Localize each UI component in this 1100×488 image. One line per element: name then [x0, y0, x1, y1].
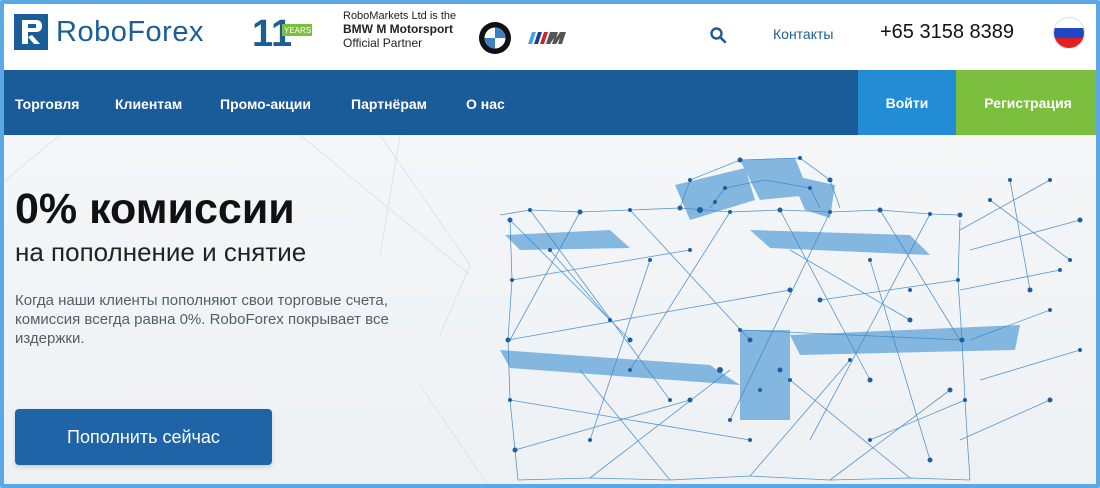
roboforex-logo[interactable]: RoboForex: [14, 14, 204, 50]
bmw-m-logo-icon: [528, 32, 566, 44]
deposit-now-button[interactable]: Пополнить сейчас: [15, 409, 272, 465]
roboforex-logo-icon: [14, 14, 48, 50]
bmw-partner-text: RoboMarkets Ltd is the BMW M Motorsport …: [343, 10, 473, 50]
search-icon[interactable]: [709, 26, 727, 44]
login-button[interactable]: Войти: [858, 70, 956, 135]
nav-item-about[interactable]: О нас: [466, 96, 505, 112]
logo-text: RoboForex: [56, 15, 204, 48]
hero-subtitle: на пополнение и снятие: [15, 237, 307, 267]
nav-item-promotions[interactable]: Промо-акции: [220, 96, 311, 112]
hero-description: Когда наши клиенты пополняют свои торгов…: [15, 292, 389, 347]
register-button[interactable]: Регистрация: [956, 70, 1100, 135]
russia-flag-icon[interactable]: [1054, 18, 1084, 48]
anniversary-11-years-icon: 11 YEARS: [252, 13, 312, 52]
top-header: RoboForex 11 YEARS RoboMarkets Ltd is th…: [0, 0, 1100, 70]
hero-title: 0% комиссии: [15, 185, 295, 233]
contacts-link[interactable]: Контакты: [773, 26, 833, 42]
nav-item-partners[interactable]: Партнёрам: [351, 96, 427, 112]
years-label: YEARS: [284, 26, 311, 35]
partner-line-1: RoboMarkets Ltd is the: [343, 10, 457, 22]
phone-number[interactable]: +65 3158 8389: [880, 21, 1014, 44]
bmw-logo-icon: [479, 22, 511, 54]
nav-item-trading[interactable]: Торговля: [15, 96, 79, 112]
partner-line-3: Official Partner: [343, 36, 423, 50]
network-briefcase-illustration: [499, 156, 1083, 481]
nav-item-clients[interactable]: Клиентам: [115, 96, 182, 112]
partner-line-2: BMW M Motorsport: [343, 22, 453, 36]
